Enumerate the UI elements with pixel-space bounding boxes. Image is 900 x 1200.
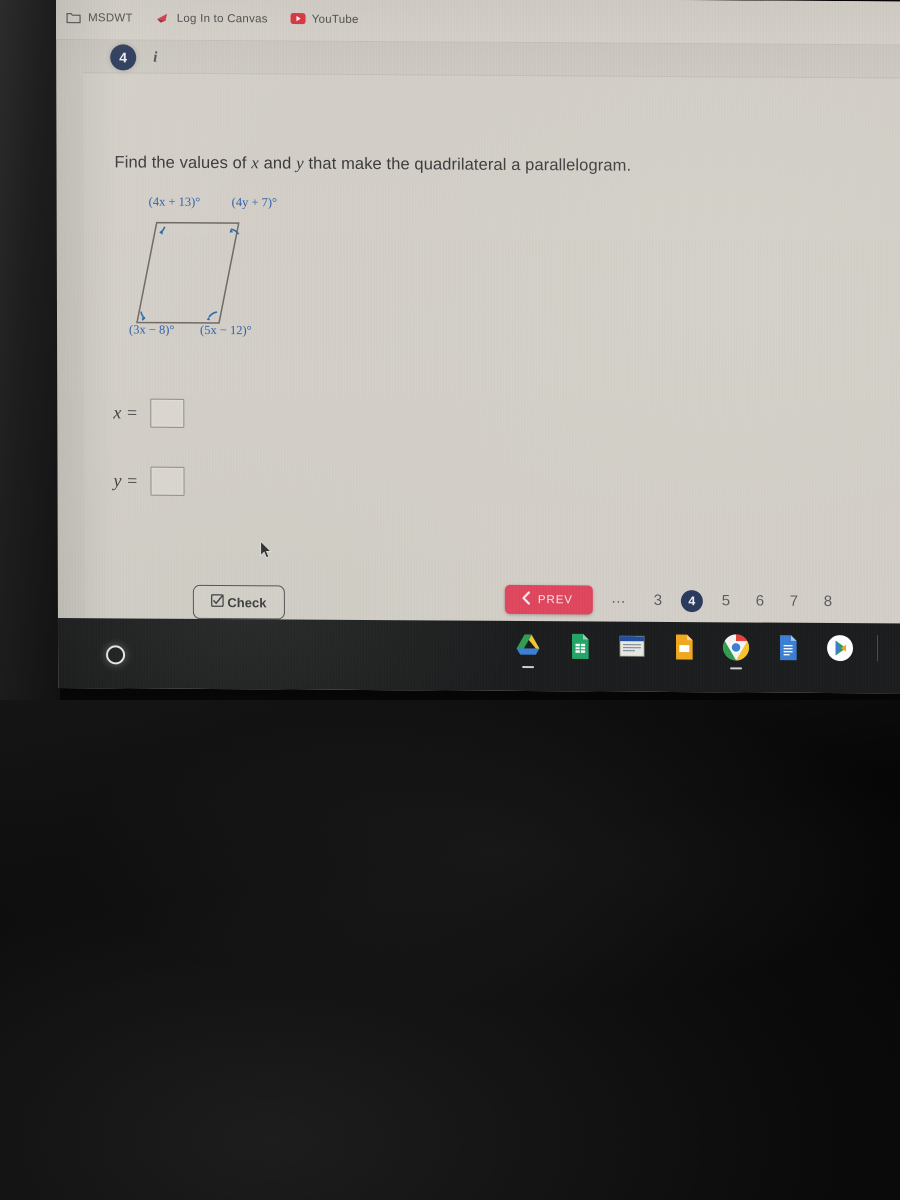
page-5[interactable]: 5 [709, 592, 743, 609]
bookmark-label: YouTube [311, 13, 359, 26]
page-7[interactable]: 7 [777, 593, 811, 610]
question-number-badge: 4 [110, 44, 137, 71]
answer-row-x: x = [113, 398, 184, 428]
bookmark-msdwt[interactable]: MSDWT [66, 11, 133, 24]
angle-label-top-left: (4x + 13)° [148, 194, 201, 209]
prev-button[interactable]: PREV [504, 584, 593, 615]
check-button[interactable]: Check [192, 584, 285, 620]
laptop-screen-photo: MSDWT Log In to Canvas YouTube 4 i Find … [0, 0, 900, 1200]
question-header: 4 i [110, 44, 157, 71]
canvas-icon [155, 12, 170, 25]
parallelogram-shape [136, 221, 240, 324]
google-slides-icon[interactable] [669, 632, 699, 662]
bookmark-label: MSDWT [88, 11, 133, 24]
shelf-app-tray [513, 631, 900, 664]
angle-label-top-right: (4y + 7)° [231, 195, 278, 210]
google-docs-icon[interactable] [773, 633, 803, 663]
checkbox-icon [211, 594, 225, 610]
bookmarks-bar: MSDWT Log In to Canvas YouTube [56, 0, 900, 46]
check-button-label: Check [227, 594, 267, 610]
youtube-icon [290, 13, 306, 26]
google-drive-icon[interactable] [513, 631, 543, 661]
chevron-left-icon [521, 591, 532, 608]
pagination: PREV … 3 4 5 6 7 8 [504, 584, 845, 616]
page-8[interactable]: 8 [811, 593, 845, 610]
page-3[interactable]: 3 [641, 592, 675, 609]
answer-label-x: x = [113, 402, 138, 423]
page-4[interactable]: 4 [680, 589, 703, 612]
parallelogram-figure: (4x + 13)° (4y + 7)° (3x − 8)° (5x − 12)… [127, 194, 427, 346]
prev-button-label: PREV [537, 593, 573, 606]
google-sheets-icon[interactable] [565, 631, 595, 661]
pagination-ellipsis[interactable]: … [611, 590, 627, 607]
answer-label-y: y = [113, 470, 139, 491]
question-prompt: Find the values of x and y that make the… [114, 151, 794, 178]
bookmark-youtube[interactable]: YouTube [290, 13, 359, 26]
prompt-text-1: Find the values of [114, 153, 252, 173]
y-input[interactable] [150, 466, 185, 496]
google-chrome-icon[interactable] [721, 632, 751, 662]
launcher-circle-icon[interactable] [106, 645, 126, 665]
google-play-icon[interactable] [825, 633, 855, 663]
bookmark-canvas[interactable]: Log In to Canvas [155, 12, 268, 26]
assignment-bottom-bar: Check PREV … 3 4 5 6 7 8 [85, 556, 900, 623]
pearson-icon[interactable] [617, 632, 647, 662]
browser-screen: MSDWT Log In to Canvas YouTube 4 i Find … [56, 0, 900, 694]
content-top-strip [83, 40, 900, 79]
bookmark-label: Log In to Canvas [176, 12, 268, 25]
info-icon[interactable]: i [153, 49, 157, 65]
folder-icon [66, 11, 81, 24]
x-input[interactable] [149, 398, 184, 428]
page-6[interactable]: 6 [743, 592, 777, 610]
answer-row-y: y = [113, 466, 185, 496]
laptop-bezel-left [0, 0, 60, 700]
shelf-divider [876, 635, 879, 662]
chromeos-shelf [57, 618, 900, 694]
mouse-cursor [260, 540, 272, 559]
prompt-text-2: and [258, 154, 297, 173]
desk-sheen [0, 700, 900, 1200]
prompt-text-3: that make the quadrilateral a parallelog… [303, 154, 632, 175]
